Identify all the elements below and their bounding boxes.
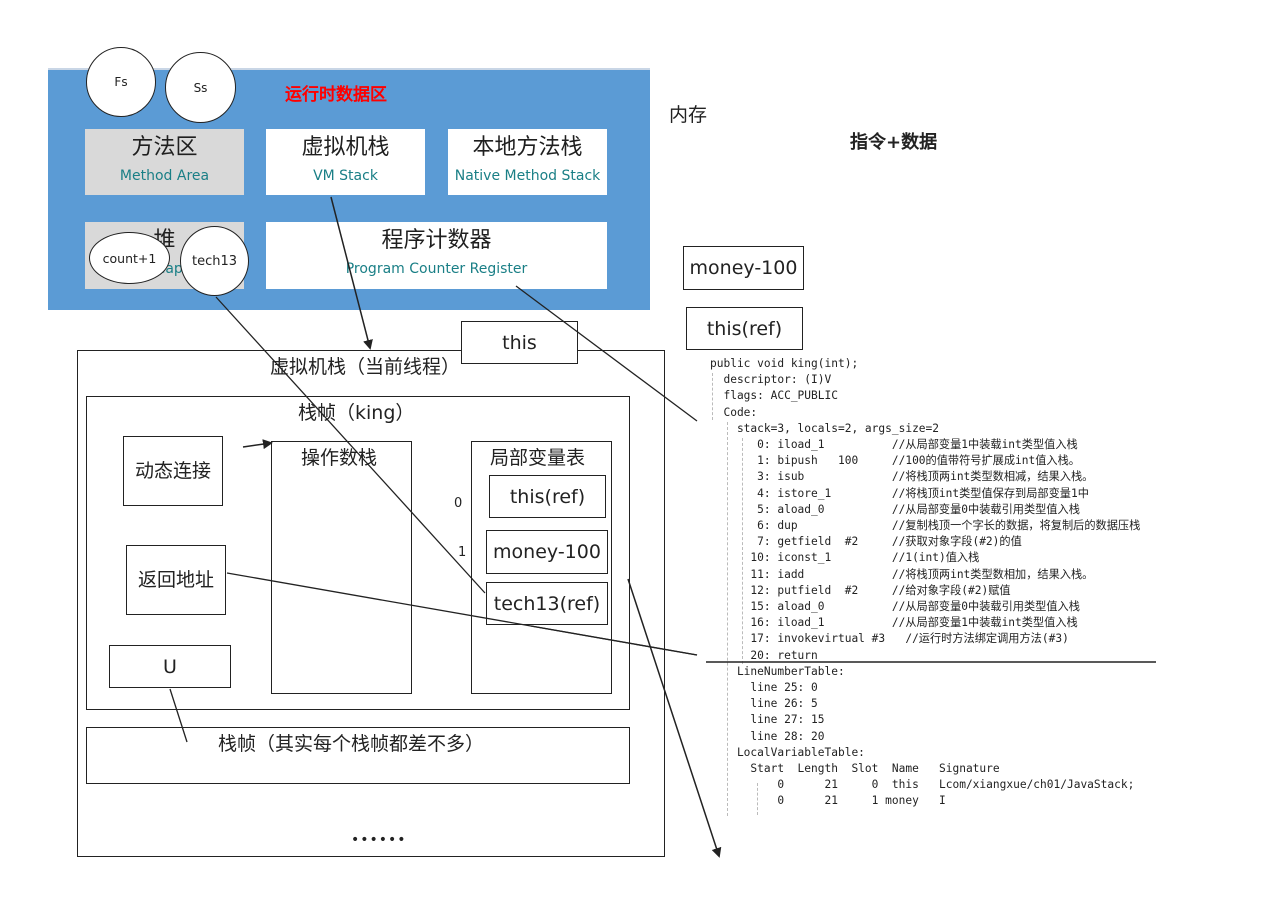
u-line: [169, 688, 188, 743]
dynamic-link-arrow: [242, 439, 273, 450]
connectors-layer: [169, 196, 1156, 858]
vm-stack-arrow: [330, 196, 373, 350]
tech13-ref-line: [530, 625, 698, 656]
pc-to-code-line: [515, 285, 698, 422]
frame-out-arrow: [627, 578, 722, 858]
